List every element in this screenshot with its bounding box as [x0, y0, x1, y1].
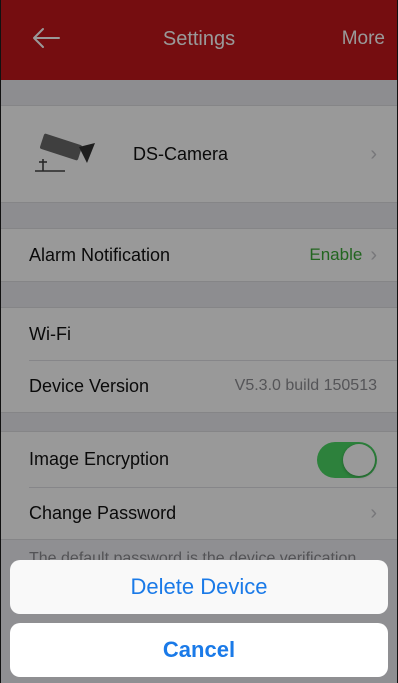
cancel-button[interactable]: Cancel — [10, 623, 388, 677]
settings-screen: Settings More DS-Camera › Alarm Notifica… — [0, 0, 398, 683]
delete-device-button[interactable]: Delete Device — [10, 560, 388, 614]
